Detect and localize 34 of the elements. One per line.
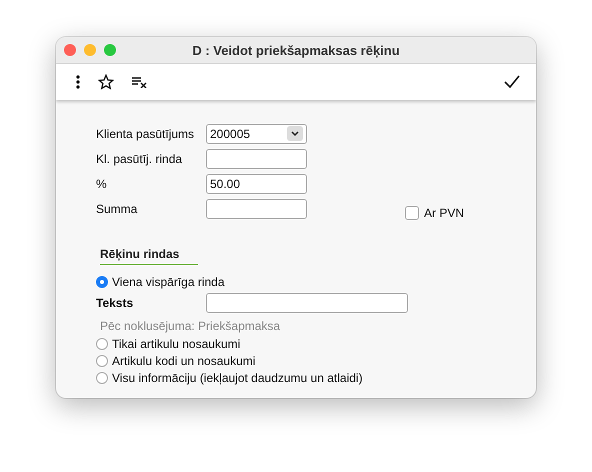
radio-button[interactable] (96, 338, 108, 350)
field-label: Klienta pasūtījums (96, 126, 196, 140)
input-field[interactable] (206, 292, 408, 312)
confirm-button[interactable] (502, 73, 522, 91)
radio-label: Viena vispārīga rinda (112, 274, 225, 288)
input-field[interactable] (206, 198, 307, 218)
star-icon (98, 74, 114, 90)
input-field[interactable] (206, 148, 307, 168)
close-button[interactable] (64, 44, 76, 56)
radio-button[interactable] (96, 276, 108, 288)
checkbox[interactable] (405, 206, 419, 220)
zoom-button[interactable] (104, 44, 116, 56)
field-label: Teksts (96, 296, 134, 310)
section-heading: Rēķinu rindas (100, 247, 198, 265)
input-field[interactable]: 50.00 (206, 174, 307, 194)
caret-icon (287, 126, 303, 141)
select-field[interactable]: 200005 (206, 124, 307, 144)
checkbox-label: Ar PVN (424, 206, 464, 220)
radio-label: Artikulu kodi un nosaukumi (112, 354, 256, 368)
check-icon (504, 75, 520, 89)
more-button[interactable] (74, 73, 82, 91)
hint-text: Pēc noklusējuma: Priekšapmaksa (100, 318, 282, 334)
field-label: % (96, 176, 108, 190)
more-icon (76, 75, 80, 89)
star-button[interactable] (96, 72, 116, 92)
field-label: Kl. pasūtīj. rinda (96, 152, 184, 166)
clear-format-icon (132, 76, 148, 88)
field-label: Summa (96, 202, 138, 216)
window-title: D : Veidot priekšapmaksas rēķinu (191, 42, 401, 58)
minimize-button[interactable] (84, 44, 96, 56)
radio-label: Visu informāciju (iekļaujot daudzumu un atlaidi) (112, 370, 363, 384)
radio-label: Tikai artikulu nosaukumi (112, 336, 240, 350)
radio-button[interactable] (96, 372, 108, 384)
radio-button[interactable] (96, 354, 108, 366)
